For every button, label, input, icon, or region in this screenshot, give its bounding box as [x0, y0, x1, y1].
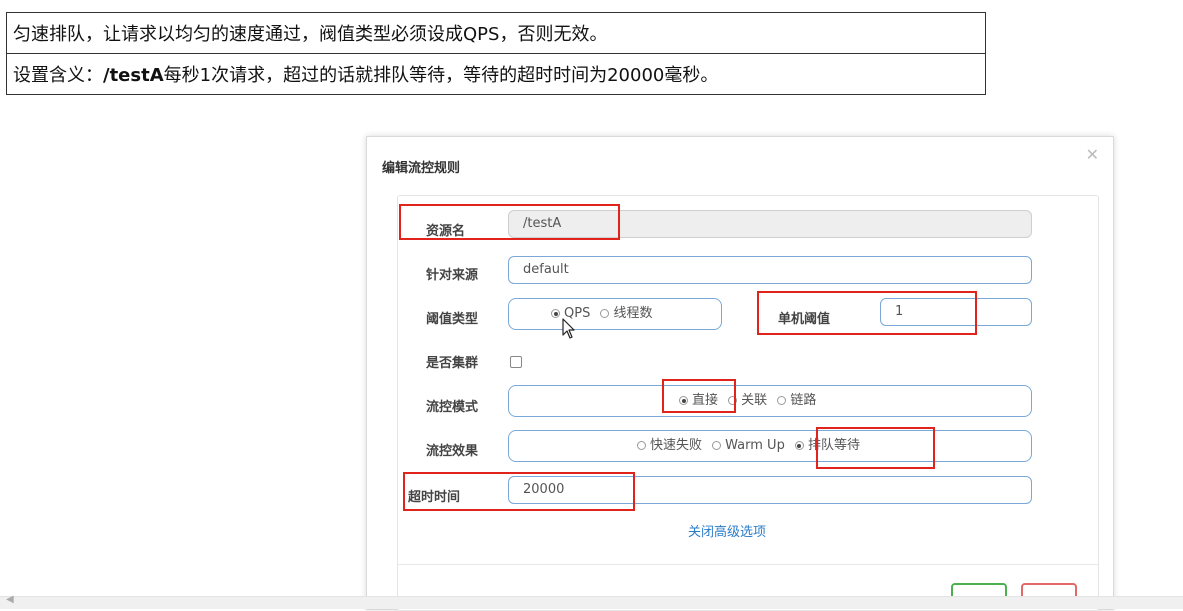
radio-thread-count[interactable]: 线程数 [600, 299, 652, 329]
mouse-cursor-icon [562, 318, 575, 339]
radio-dot-chain [777, 396, 787, 405]
scroll-left-icon[interactable]: ◀ [6, 594, 14, 605]
note-line-2-suffix: 每秒1次请求，超过的话就排队等待，等待的超时时间为20000毫秒。 [163, 65, 719, 86]
radio-dot-queue-wait [794, 441, 804, 450]
note-line-2: 设置含义：/testA每秒1次请求，超过的话就排队等待，等待的超时时间为2000… [6, 53, 986, 95]
radio-dot-thread-count [600, 309, 610, 318]
radio-dot-fast-fail [637, 441, 646, 450]
radio-dot-warm-up [712, 441, 722, 450]
highlight-resource [399, 204, 620, 240]
threshold-type-label: 阈值类型 [426, 312, 479, 327]
notes-row-1: 匀速排队，让请求以均匀的速度通过，阀值类型必须设成QPS，否则无效。 [6, 12, 986, 54]
radio-thread-count-label: 线程数 [613, 306, 653, 321]
radio-fast-fail-label: 快速失败 [650, 438, 703, 453]
radio-warm-up[interactable]: Warm Up [712, 431, 785, 461]
flow-mode-group: 直接 关联 链路 [508, 385, 1032, 417]
radio-chain-label: 链路 [790, 393, 817, 408]
highlight-direct [662, 379, 736, 413]
notes-table: 匀速排队，让请求以均匀的速度通过，阀值类型必须设成QPS，否则无效。 设置含义：… [6, 12, 986, 95]
source-label: 针对来源 [426, 268, 479, 283]
source-input[interactable]: default [508, 256, 1032, 284]
radio-warm-up-label: Warm Up [725, 438, 785, 453]
highlight-timeout [403, 472, 635, 511]
rule-form: 资源名 /testA 针对来源 default 阈值类型 QPS 线程数 单机阈… [397, 195, 1099, 611]
flow-effect-label: 流控效果 [426, 444, 479, 459]
cluster-checkbox[interactable] [510, 356, 522, 368]
cluster-label: 是否集群 [426, 356, 479, 371]
radio-chain[interactable]: 链路 [777, 386, 816, 416]
radio-fast-fail[interactable]: 快速失败 [637, 431, 702, 461]
highlight-queue-wait [816, 427, 935, 469]
flow-effect-group: 快速失败 Warm Up 排队等待 [508, 430, 1032, 462]
note-line-2-prefix: 设置含义： [13, 65, 103, 86]
threshold-type-group: QPS 线程数 [508, 298, 722, 330]
close-advanced-options-link[interactable]: 关闭高级选项 [688, 521, 766, 540]
highlight-single-threshold [757, 291, 977, 335]
bottom-scroll-strip: ◀ [0, 594, 1183, 609]
flow-mode-label: 流控模式 [426, 400, 479, 415]
notes-row-2: 设置含义：/testA每秒1次请求，超过的话就排队等待，等待的超时时间为2000… [6, 53, 986, 95]
radio-dot-qps [551, 309, 560, 318]
note-line-2-resource: /testA [103, 65, 164, 86]
close-icon[interactable]: ✕ [1086, 145, 1099, 164]
note-line-1: 匀速排队，让请求以均匀的速度通过，阀值类型必须设成QPS，否则无效。 [6, 12, 986, 54]
radio-associated-label: 关联 [741, 393, 768, 408]
footer-divider [398, 564, 1098, 565]
dialog-title: 编辑流控规则 [382, 161, 461, 176]
